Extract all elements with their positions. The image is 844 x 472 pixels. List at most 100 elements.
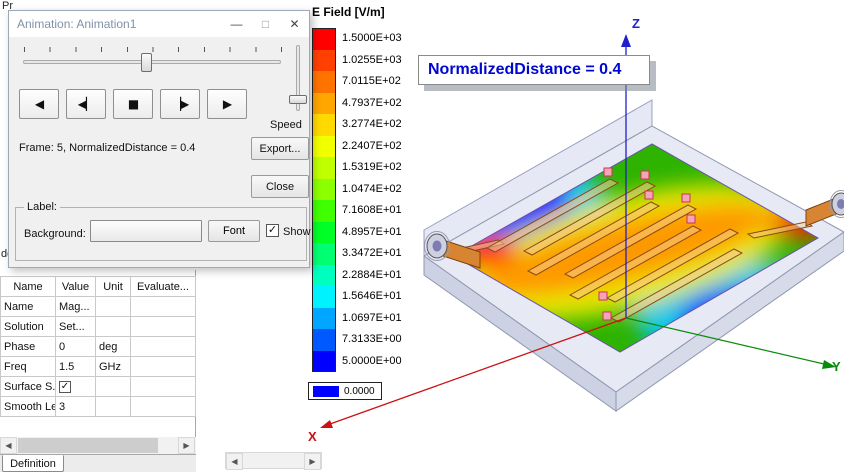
property-name: Name [1, 297, 56, 317]
legend-zero-value: 0.0000 [344, 386, 375, 397]
legend-value: 5.0000E+00 [336, 351, 402, 373]
scroll-right-arrow[interactable]: ▶ [304, 453, 321, 470]
scrollbar-thumb[interactable] [18, 438, 158, 453]
scroll-left-arrow[interactable]: ◀ [0, 437, 17, 454]
z-axis-arrow [621, 34, 631, 47]
step-forward-button[interactable]: ▕▶ [160, 89, 200, 119]
properties-panel: NameValueUnitEvaluate... NameMag...Solut… [0, 270, 196, 472]
scroll-left-arrow[interactable]: ◀ [226, 453, 243, 470]
property-row[interactable]: Smooth Le...3 [1, 397, 196, 417]
legend-entry: 1.5000E+03 [312, 28, 402, 50]
property-row[interactable]: SolutionSet... [1, 317, 196, 337]
property-name: Surface S... [1, 377, 56, 397]
show-checkbox-label: Show [283, 226, 311, 238]
port-marker[interactable] [645, 191, 653, 199]
legend-color-swatch [312, 329, 336, 351]
port-marker[interactable] [599, 292, 607, 300]
legend-entry: 3.3472E+01 [312, 243, 402, 265]
property-unit [96, 397, 131, 417]
background-color-button[interactable] [90, 220, 202, 242]
play-forward-button[interactable]: ▶ [207, 89, 247, 119]
property-value[interactable]: 3 [56, 397, 96, 417]
property-name: Solution [1, 317, 56, 337]
field-color-legend: 1.5000E+031.0255E+037.0115E+024.7937E+02… [312, 28, 402, 372]
play-reverse-button[interactable]: ◀ [19, 89, 59, 119]
z-axis-label: Z [632, 16, 640, 31]
property-evaluate [131, 377, 196, 397]
export-button[interactable]: Export... [251, 137, 309, 160]
tab-definition[interactable]: Definition [2, 455, 64, 472]
stop-button[interactable]: ■ [113, 89, 153, 119]
property-value[interactable]: ✓ [56, 377, 96, 397]
x-axis-label: X [308, 429, 317, 444]
show-checkbox[interactable]: ✓ [266, 224, 279, 237]
port-marker[interactable] [687, 215, 695, 223]
port-marker[interactable] [603, 312, 611, 320]
property-checkbox[interactable]: ✓ [59, 381, 71, 393]
font-button[interactable]: Font [208, 220, 260, 242]
legend-color-swatch [312, 265, 336, 287]
property-value[interactable]: Set... [56, 317, 96, 337]
legend-color-swatch [312, 351, 336, 373]
property-name: Phase [1, 337, 56, 357]
frame-slider-tickmarks [24, 47, 282, 52]
label-group-box: Label: Background: Font ✓ Show [15, 207, 307, 261]
close-icon[interactable]: ✕ [280, 11, 309, 37]
legend-entry: 1.0697E+01 [312, 308, 402, 330]
close-button[interactable]: Close [251, 175, 309, 198]
property-unit [96, 317, 131, 337]
legend-color-swatch [312, 157, 336, 179]
normalized-distance-label[interactable]: NormalizedDistance = 0.4 [418, 55, 650, 85]
properties-header-row: NameValueUnitEvaluate... [1, 277, 196, 297]
legend-zero-swatch [313, 386, 339, 397]
property-row[interactable]: NameMag... [1, 297, 196, 317]
properties-horizontal-scrollbar[interactable]: ◀ ▶ [0, 437, 196, 454]
port-marker[interactable] [604, 168, 612, 176]
legend-zero-entry: 0.0000 [308, 382, 382, 400]
minimize-button[interactable]: — [222, 11, 251, 37]
speed-slider-thumb[interactable] [289, 95, 307, 104]
property-unit [96, 377, 131, 397]
legend-value: 1.0474E+02 [336, 179, 402, 201]
dialog-titlebar[interactable]: Animation: Animation1 — □ ✕ [9, 11, 309, 37]
legend-entry: 4.8957E+01 [312, 222, 402, 244]
legend-value: 2.2884E+01 [336, 265, 402, 287]
property-evaluate [131, 297, 196, 317]
port-marker[interactable] [682, 194, 690, 202]
property-unit [96, 297, 131, 317]
field-plot-surface[interactable] [432, 144, 832, 364]
property-column-header: Evaluate... [131, 277, 196, 297]
property-row[interactable]: Freq1.5GHz [1, 357, 196, 377]
y-axis-label: Y [832, 359, 841, 374]
property-value[interactable]: Mag... [56, 297, 96, 317]
step-back-button[interactable]: ◀▏ [66, 89, 106, 119]
property-unit: GHz [96, 357, 131, 377]
properties-tab-bar: Definition [0, 454, 196, 472]
legend-value: 7.0115E+02 [336, 71, 401, 93]
legend-value: 7.3133E+00 [336, 329, 402, 351]
legend-value: 1.5319E+02 [336, 157, 402, 179]
port-marker[interactable] [641, 171, 649, 179]
property-row[interactable]: Phase0deg [1, 337, 196, 357]
dialog-title: Animation: Animation1 [9, 17, 222, 31]
legend-value: 3.3472E+01 [336, 243, 402, 265]
legend-value: 7.1608E+01 [336, 200, 402, 222]
legend-color-swatch [312, 136, 336, 158]
legend-title: E Field [V/m] [312, 5, 385, 19]
property-name: Smooth Le... [1, 397, 56, 417]
legend-entry: 1.5646E+01 [312, 286, 402, 308]
x-axis-arrow [320, 420, 333, 428]
playback-controls: ◀◀▏■▕▶▶ [19, 89, 247, 119]
property-value[interactable]: 0 [56, 337, 96, 357]
property-row[interactable]: Surface S...✓ [1, 377, 196, 397]
frame-slider-thumb[interactable] [141, 53, 152, 72]
scroll-right-arrow[interactable]: ▶ [178, 437, 195, 454]
bottom-scrollbar-fragment[interactable]: ◀ ▶ [225, 452, 322, 469]
frame-slider-track[interactable] [23, 60, 281, 64]
property-value[interactable]: 1.5 [56, 357, 96, 377]
legend-entry: 2.2884E+01 [312, 265, 402, 287]
legend-entry: 3.2774E+02 [312, 114, 402, 136]
maximize-button[interactable]: □ [251, 11, 280, 37]
legend-color-swatch [312, 243, 336, 265]
coax-connector-right[interactable] [806, 191, 844, 227]
